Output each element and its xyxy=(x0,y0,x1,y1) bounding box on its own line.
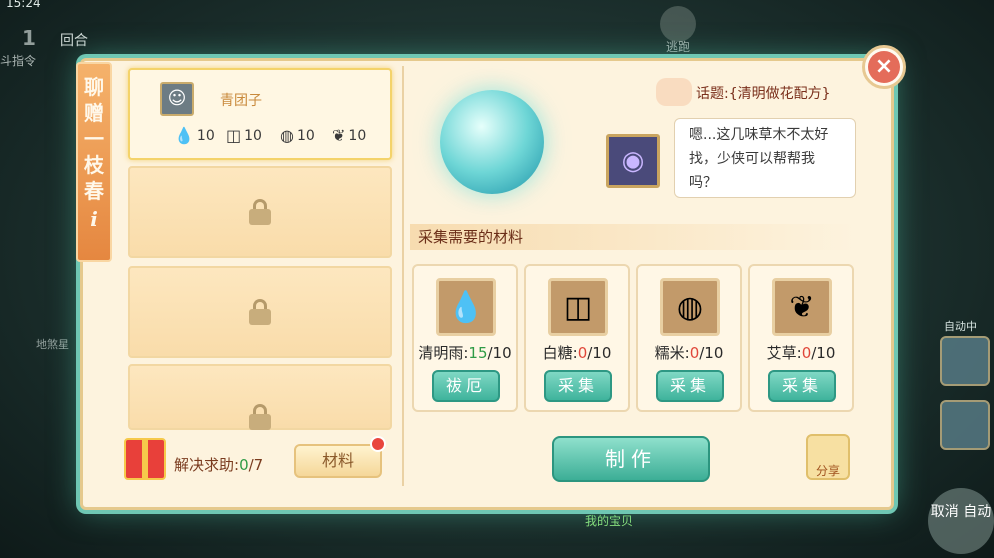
my-treasure-label[interactable]: 我的宝贝 xyxy=(585,512,633,529)
help-total: /7 xyxy=(248,456,264,474)
side-title: 聊赠一枝春 xyxy=(84,75,104,203)
sugar-icon: ◫ xyxy=(226,126,242,145)
skill-slot-1[interactable] xyxy=(940,336,990,386)
skill-slot-2[interactable] xyxy=(940,400,990,450)
req-qty: 10 xyxy=(244,127,262,144)
material-card: 💧 清明雨:15/10 祓厄 xyxy=(412,264,518,412)
notification-dot xyxy=(370,436,386,452)
req-qty: 10 xyxy=(196,127,215,144)
side-title-banner: 聊赠一枝春 i xyxy=(76,62,112,262)
req-sugar: ◫ 10 xyxy=(226,126,262,145)
round-number: 1 xyxy=(22,26,36,50)
clock-text: 15:24 xyxy=(6,0,41,10)
escape-icon[interactable] xyxy=(660,6,696,42)
material-card: ◫ 白糖:0/10 采集 xyxy=(524,264,630,412)
request-slot-active[interactable]: ☺ 青团子 💧 10 ◫ 10 ◍ 10 ❦ 10 xyxy=(128,68,392,160)
material-count: 白糖:0/10 xyxy=(526,342,628,363)
lock-icon xyxy=(249,404,271,430)
section-title: 采集需要的材料 xyxy=(410,224,856,250)
gift-icon[interactable] xyxy=(124,438,166,480)
request-slot-locked[interactable] xyxy=(128,166,392,258)
req-water: 💧 10 xyxy=(174,126,215,145)
gather-button[interactable]: 采集 xyxy=(768,370,836,402)
material-need: /10 xyxy=(811,344,836,362)
rice-icon: ◍ xyxy=(280,126,294,145)
request-slot-locked[interactable] xyxy=(128,266,392,358)
req-qty: 10 xyxy=(296,127,315,144)
escape-label: 逃跑 xyxy=(666,40,691,54)
material-name: 白糖: xyxy=(542,344,578,362)
battle-command-label: 斗指令 xyxy=(0,54,37,68)
info-icon[interactable]: i xyxy=(78,206,110,232)
npc-dialogue: 嗯...这几味草木不太好找，少侠可以帮帮我吗？ xyxy=(674,118,856,198)
req-rice: ◍ 10 xyxy=(280,126,315,145)
mugwort-icon: ❦ xyxy=(772,278,832,336)
cancel-auto-button[interactable]: 取消 自动 xyxy=(928,488,994,554)
lock-icon xyxy=(249,299,271,325)
help-label: 解决求助: xyxy=(174,456,240,474)
req-qty: 10 xyxy=(348,127,367,144)
material-have: 0 xyxy=(577,344,588,362)
gather-button[interactable]: 采集 xyxy=(544,370,612,402)
topic-icon xyxy=(656,78,692,106)
material-card: ❦ 艾草:0/10 采集 xyxy=(748,264,854,412)
sugar-icon: ◫ xyxy=(548,278,608,336)
request-name: 青团子 xyxy=(220,93,262,109)
material-need: /10 xyxy=(699,344,724,362)
round-label: 回合 xyxy=(60,33,88,49)
help-progress: 解决求助:0/7 xyxy=(174,454,263,475)
material-have: 0 xyxy=(801,344,812,362)
req-mugwort: ❦ 10 xyxy=(332,126,366,145)
map-label: 地煞星 xyxy=(36,338,69,351)
gather-button[interactable]: 采集 xyxy=(656,370,724,402)
material-have: 0 xyxy=(689,344,700,362)
material-card: ◍ 糯米:0/10 采集 xyxy=(636,264,742,412)
share-button[interactable]: 分享 xyxy=(806,434,850,480)
material-name: 糯米: xyxy=(654,344,690,362)
material-need: /10 xyxy=(587,344,612,362)
close-button[interactable]: × xyxy=(862,45,906,89)
material-have: 15 xyxy=(468,344,488,362)
material-count: 清明雨:15/10 xyxy=(414,342,516,363)
npc-portrait: ◉ xyxy=(606,134,660,188)
lock-icon xyxy=(249,199,271,225)
material-count: 糯米:0/10 xyxy=(638,342,740,363)
mugwort-icon: ❦ xyxy=(332,126,346,145)
spirit-orb-image xyxy=(440,90,544,194)
water-drop-icon: 💧 xyxy=(174,126,194,145)
topic-title: 话题:{清明做花配方} xyxy=(696,86,831,102)
purify-button[interactable]: 祓厄 xyxy=(432,370,500,402)
material-name: 艾草: xyxy=(766,344,802,362)
help-done: 0 xyxy=(239,456,249,474)
close-icon: × xyxy=(868,51,900,83)
material-name: 清明雨: xyxy=(418,344,469,362)
rain-drop-icon: 💧 xyxy=(436,278,496,336)
make-button[interactable]: 制作 xyxy=(552,436,710,482)
material-need: /10 xyxy=(487,344,512,362)
auto-status-label: 自动中 xyxy=(944,320,977,333)
material-count: 艾草:0/10 xyxy=(750,342,852,363)
divider xyxy=(402,66,404,486)
request-slot-locked[interactable] xyxy=(128,364,392,430)
avatar: ☺ xyxy=(160,82,194,116)
materials-button[interactable]: 材料 xyxy=(294,444,382,478)
rice-icon: ◍ xyxy=(660,278,720,336)
